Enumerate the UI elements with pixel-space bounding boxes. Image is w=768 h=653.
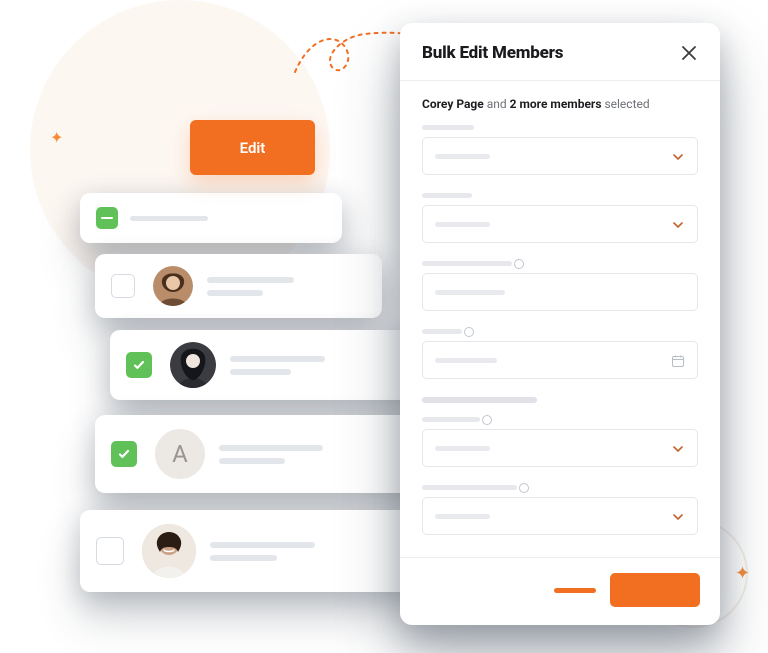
field-placeholder	[435, 514, 490, 519]
select-all-checkbox[interactable]	[96, 207, 118, 229]
member-text	[210, 542, 401, 561]
avatar	[142, 524, 196, 578]
date-field[interactable]	[422, 341, 698, 379]
edit-button-label: Edit	[240, 139, 266, 157]
context-lead-name: Corey Page	[422, 97, 484, 111]
member-checkbox[interactable]	[111, 441, 137, 467]
avatar-initial-text: A	[172, 440, 188, 468]
member-row[interactable]	[110, 330, 419, 400]
avatar	[153, 266, 193, 306]
field-placeholder	[435, 358, 497, 363]
panel-title: Bulk Edit Members	[422, 43, 563, 63]
context-mid: and	[484, 97, 510, 111]
cancel-button[interactable]	[554, 588, 596, 593]
field-label	[422, 261, 512, 266]
text-field[interactable]	[422, 273, 698, 311]
chevron-down-icon	[671, 509, 685, 523]
member-row[interactable]	[80, 510, 417, 592]
field-label	[422, 485, 517, 490]
chevron-down-icon	[671, 149, 685, 163]
chevron-down-icon	[671, 217, 685, 231]
member-checkbox[interactable]	[96, 537, 124, 565]
member-text	[207, 277, 366, 296]
chevron-down-icon	[671, 441, 685, 455]
field-placeholder	[435, 222, 490, 227]
member-checkbox[interactable]	[126, 352, 152, 378]
section-label	[422, 397, 537, 403]
save-button[interactable]	[610, 573, 700, 607]
select-field[interactable]	[422, 205, 698, 243]
member-row[interactable]	[95, 254, 382, 318]
select-field[interactable]	[422, 137, 698, 175]
field-placeholder	[435, 446, 490, 451]
field-label	[422, 417, 480, 422]
sparkle-icon: ✦	[50, 130, 63, 146]
avatar-initial: A	[155, 429, 205, 479]
context-more-count: 2 more members	[510, 97, 602, 111]
selection-context: Corey Page and 2 more members selected	[422, 97, 698, 111]
member-checkbox[interactable]	[111, 274, 135, 298]
sparkle-icon: ✦	[735, 565, 750, 583]
context-tail: selected	[601, 97, 649, 111]
header-placeholder	[130, 216, 326, 221]
field-placeholder	[435, 290, 505, 295]
select-field[interactable]	[422, 497, 698, 535]
member-text	[219, 445, 408, 464]
field-label	[422, 329, 462, 334]
member-text	[230, 356, 403, 375]
field-label	[422, 125, 474, 130]
select-field[interactable]	[422, 429, 698, 467]
close-icon[interactable]	[680, 44, 698, 62]
member-row[interactable]: A	[95, 415, 424, 493]
member-row-header	[80, 193, 342, 243]
bulk-edit-panel: Bulk Edit Members Corey Page and 2 more …	[400, 23, 720, 625]
field-placeholder	[435, 154, 490, 159]
avatar	[170, 342, 216, 388]
field-label	[422, 193, 472, 198]
edit-button[interactable]: Edit	[190, 120, 315, 175]
calendar-icon	[671, 353, 685, 367]
